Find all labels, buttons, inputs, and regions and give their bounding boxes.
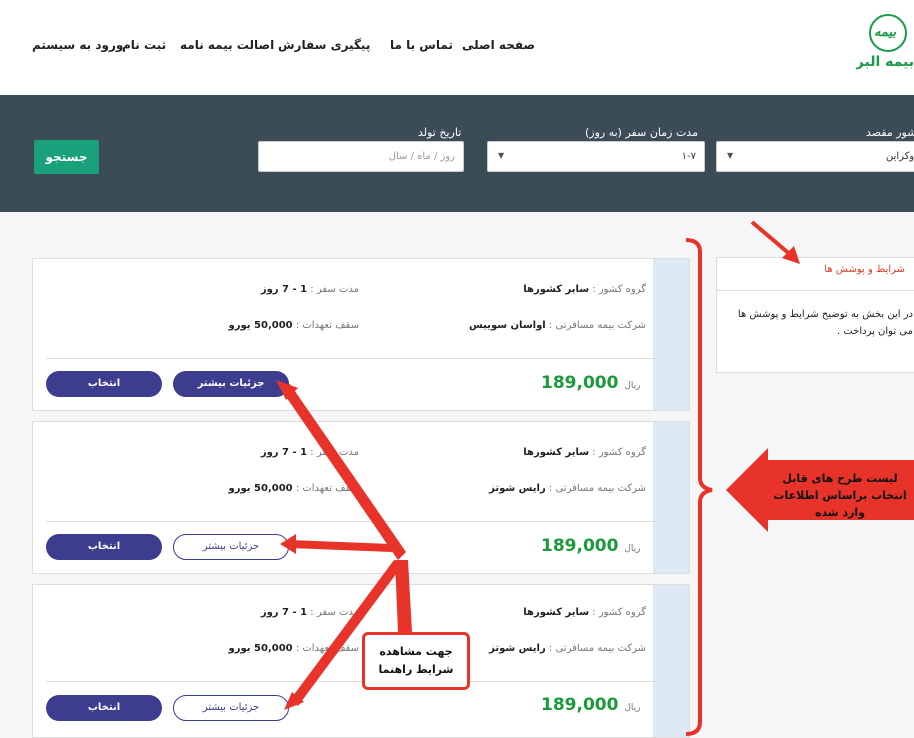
coverage-limit: سقف تعهدات : 50,000 یورو: [228, 320, 359, 331]
plan-price: ریال 189,000: [541, 536, 641, 556]
insurance-company: شرکت بیمه مسافرتی : رایس شوتز: [489, 483, 646, 494]
card-stripe: [653, 585, 689, 737]
list-note: لیست طرح های قابل انتخاب براساس اطلاعات …: [773, 472, 907, 519]
select-button[interactable]: انتخاب: [46, 695, 162, 721]
chevron-down-icon: ▼: [727, 151, 734, 160]
destination-select[interactable]: اوکراین ▼: [716, 141, 914, 172]
callout-line-1: جهت مشاهده: [379, 645, 453, 658]
country-group: گروه کشور : سایر کشورها: [523, 284, 646, 295]
divider: [46, 681, 658, 682]
trip-duration: مدت سفر : 1 - 7 روز: [260, 447, 359, 458]
destination-label: کشور مقصد: [866, 126, 914, 139]
country-group: گروه کشور : سایر کشورها: [523, 607, 646, 618]
terms-panel: شرایط و پوشش ها در این بخش به توضیح شرای…: [716, 257, 914, 373]
card-stripe: [653, 422, 689, 573]
nav-home[interactable]: صفحه اصلی: [462, 38, 535, 52]
duration-select[interactable]: ۱-۷ ▼: [487, 141, 705, 172]
site-header: بیمه بیمه البرز صفحه اصلی تماس با ما پیگ…: [0, 0, 914, 95]
terms-body: در این بخش به توضیح شرایط و پوشش ها می ت…: [737, 309, 913, 337]
country-group: گروه کشور : سایر کشورها: [523, 447, 646, 458]
birthdate-label: تاریخ تولد: [418, 126, 462, 139]
plan-price: ریال 189,000: [541, 373, 641, 393]
duration-label: مدت زمان سفر (به روز): [585, 126, 698, 139]
card-stripe: [653, 259, 689, 410]
nav-contact[interactable]: تماس با ما: [390, 38, 453, 52]
brand-logo-icon[interactable]: بیمه: [869, 14, 907, 52]
nav-register[interactable]: ثبت نام: [122, 38, 166, 52]
divider: [46, 358, 658, 359]
details-button[interactable]: جزئیات بیشتر: [173, 695, 289, 721]
plan-price: ریال 189,000: [541, 695, 641, 715]
details-callout: جهت مشاهده شرایط راهنما: [362, 632, 470, 690]
coverage-limit: سقف تعهدات : 50,000 یورو: [228, 643, 359, 654]
coverage-limit: سقف تعهدات : 50,000 یورو: [228, 483, 359, 494]
trip-duration: مدت سفر : 1 - 7 روز: [260, 284, 359, 295]
search-bar: کشور مقصد اوکراین ▼ مدت زمان سفر (به روز…: [0, 95, 914, 212]
nav-login[interactable]: ورود به سیستم: [32, 38, 123, 52]
search-button[interactable]: جستجو: [34, 140, 99, 174]
divider: [717, 290, 914, 291]
arrow-terms-line: [750, 220, 794, 258]
divider: [46, 521, 658, 522]
terms-title[interactable]: شرایط و پوشش ها: [824, 264, 905, 275]
destination-value: اوکراین: [885, 151, 914, 162]
nav-order-tracking[interactable]: پیگیری سفارش: [278, 38, 370, 52]
plan-card: گروه کشور : سایر کشورها مدت سفر : 1 - 7 …: [32, 421, 690, 574]
trip-duration: مدت سفر : 1 - 7 روز: [260, 607, 359, 618]
insurance-company: شرکت بیمه مسافرتی : رایس شوتز: [489, 643, 646, 654]
callout-line-2: شرایط راهنما: [378, 663, 454, 676]
nav-policy-authenticity[interactable]: اصالت بیمه نامه: [180, 38, 274, 52]
insurance-company: شرکت بیمه مسافرتی : اواسان سوییس: [468, 320, 646, 331]
details-button[interactable]: جزئیات بیشتر: [173, 534, 289, 560]
details-button[interactable]: جزئیات بیشتر: [173, 371, 289, 397]
select-button[interactable]: انتخاب: [46, 371, 162, 397]
select-button[interactable]: انتخاب: [46, 534, 162, 560]
chevron-down-icon: ▼: [498, 151, 505, 160]
birthdate-placeholder: روز / ماه / سال: [388, 151, 455, 162]
birthdate-input[interactable]: روز / ماه / سال: [258, 141, 464, 172]
plan-card: گروه کشور : سایر کشورها مدت سفر : 1 - 7 …: [32, 258, 690, 411]
plan-card: گروه کشور : سایر کشورها مدت سفر : 1 - 7 …: [32, 584, 690, 738]
duration-value: ۱-۷: [681, 151, 696, 162]
brand-name[interactable]: بیمه البرز: [856, 54, 914, 70]
